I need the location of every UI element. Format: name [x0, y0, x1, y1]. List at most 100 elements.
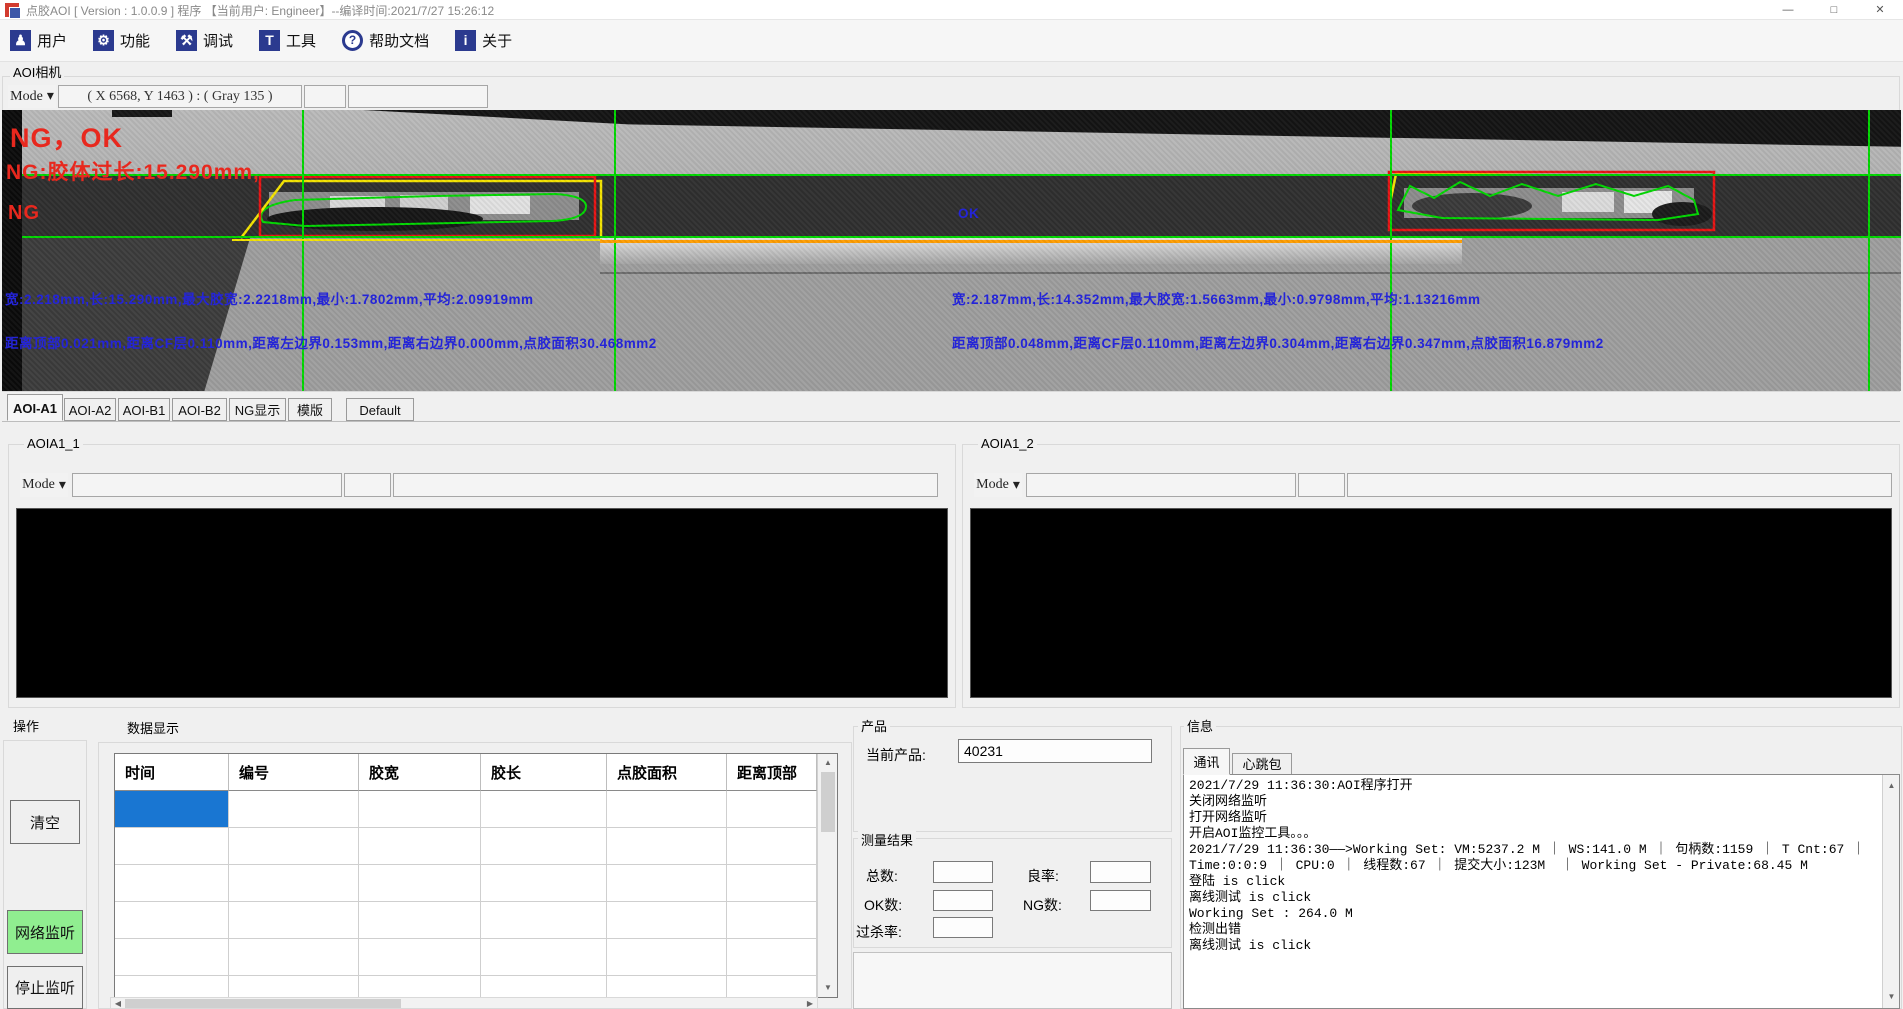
table-cell	[481, 828, 607, 865]
table-cell	[229, 828, 359, 865]
ng-count-label: NG数:	[1023, 895, 1062, 915]
toolbar-label-debug: 调试	[203, 30, 233, 51]
measurement-group-label: 测量结果	[858, 830, 916, 849]
toolbar-label-about: 关于	[482, 30, 512, 51]
column-header-id[interactable]: 编号	[229, 754, 359, 791]
comms-log[interactable]: 2021/7/29 11:36:30:AOI程序打开 关闭网络监听 打开网络监听…	[1183, 774, 1900, 1009]
ng-label-text: NG	[8, 202, 40, 225]
table-cell	[229, 791, 359, 828]
tab-comms[interactable]: 通讯	[1183, 748, 1230, 775]
network-listen-button[interactable]: 网络监听	[7, 910, 83, 954]
table-cell	[115, 902, 229, 939]
yield-rate-input[interactable]	[1090, 861, 1151, 883]
aoia1-2-image-view[interactable]	[970, 508, 1892, 698]
info-group-label: 信息	[1184, 716, 1216, 735]
aoia1-2-mode-dropdown[interactable]: Mode▾	[974, 473, 1022, 497]
log-line: Working Set : 264.0 M	[1189, 906, 1879, 922]
scroll-up-icon[interactable]: ▲	[818, 756, 838, 770]
stop-listen-button[interactable]: 停止监听	[7, 966, 83, 1009]
minimize-button[interactable]: —	[1765, 0, 1811, 20]
table-cell	[359, 828, 481, 865]
total-count-input[interactable]	[933, 861, 993, 883]
ng-reason-text: NG:胶体过长:15.290mm,	[6, 156, 260, 186]
table-cell	[481, 976, 607, 997]
tab-heartbeat[interactable]: 心跳包	[1232, 753, 1292, 775]
camera-mode-dropdown[interactable]: Mode▾	[8, 85, 56, 108]
tab-aoi-b2[interactable]: AOI-B2	[172, 398, 227, 421]
data-table[interactable]: 时间 编号 胶宽 胶长 点胶面积 距离顶部	[115, 754, 817, 997]
table-cell	[727, 902, 817, 939]
aoia1-2-field-3	[1347, 473, 1892, 497]
left-glue-overlay	[235, 172, 612, 240]
camera-field-long	[348, 85, 488, 108]
camera-image-view[interactable]: NG，OK NG:胶体过长:15.290mm, NG OK 宽:2.218mm,…	[2, 110, 1901, 391]
window-title: 点胶AOI [ Version : 1.0.0.9 ] 程序 【当前用户: En…	[26, 2, 494, 19]
toolbar-item-function[interactable]: ⚙ 功能	[93, 30, 150, 51]
maximize-button[interactable]: □	[1811, 0, 1857, 20]
aoia1-2-label: AOIA1_2	[978, 436, 1037, 451]
close-button[interactable]: ✕	[1857, 0, 1903, 20]
log-vertical-scrollbar[interactable]: ▲ ▼	[1882, 775, 1899, 1008]
table-scroll-thumb[interactable]	[821, 772, 835, 832]
toolbar-item-debug[interactable]: ⚒ 调试	[176, 30, 233, 51]
total-count-label: 总数:	[866, 866, 898, 886]
table-cell	[607, 865, 727, 902]
toolbar-label-user: 用户	[37, 30, 67, 51]
tab-ng-display[interactable]: NG显示	[229, 398, 286, 421]
aoia1-1-field-3	[393, 473, 938, 497]
table-cell	[607, 791, 727, 828]
table-cell	[115, 939, 229, 976]
table-cell-selected[interactable]	[115, 791, 229, 828]
table-cell	[607, 828, 727, 865]
table-cell	[481, 902, 607, 939]
tab-aoi-b1[interactable]: AOI-B1	[118, 398, 170, 421]
table-cell	[115, 976, 229, 997]
column-header-glue-width[interactable]: 胶宽	[359, 754, 481, 791]
photo-seam-line	[600, 272, 1901, 274]
chevron-down-icon: ▾	[1013, 477, 1020, 494]
chevron-down-icon: ▾	[59, 477, 66, 494]
table-vertical-scrollbar[interactable]: ▲ ▼	[817, 754, 837, 997]
log-line: 离线测试 is click	[1189, 938, 1879, 954]
orange-baseline-segment	[600, 240, 1462, 243]
toolbar-label-tools: 工具	[286, 30, 316, 51]
tab-aoi-a2[interactable]: AOI-A2	[64, 398, 116, 421]
toolbar-item-user[interactable]: ♟ 用户	[10, 30, 67, 51]
tab-aoi-a1[interactable]: AOI-A1	[7, 394, 63, 421]
gear-icon: ⚙	[93, 30, 114, 51]
log-line: 打开网络监听	[1189, 810, 1879, 826]
tab-template[interactable]: 模版	[288, 398, 332, 421]
scroll-right-icon[interactable]: ▶	[803, 998, 817, 1009]
inspection-result-text: NG，OK	[10, 116, 123, 155]
scroll-down-icon[interactable]: ▼	[818, 981, 838, 995]
overkill-rate-label: 过杀率:	[856, 922, 902, 942]
toolbar-item-about[interactable]: i 关于	[455, 30, 512, 51]
aoia1-1-mode-dropdown[interactable]: Mode▾	[20, 473, 68, 497]
log-line: 关闭网络监听	[1189, 794, 1879, 810]
toolbar-item-tools[interactable]: T 工具	[259, 30, 316, 51]
aoia1-2-field-1	[1026, 473, 1296, 497]
aoia1-1-image-view[interactable]	[16, 508, 948, 698]
clear-button[interactable]: 清空	[10, 800, 80, 844]
tab-default[interactable]: Default	[346, 398, 414, 421]
scroll-up-icon[interactable]: ▲	[1883, 779, 1900, 793]
overkill-rate-input[interactable]	[933, 917, 993, 938]
current-product-input[interactable]	[958, 739, 1152, 763]
scroll-left-icon[interactable]: ◀	[111, 998, 125, 1009]
table-cell	[481, 939, 607, 976]
ng-count-input[interactable]	[1090, 890, 1151, 911]
ok-count-input[interactable]	[933, 890, 993, 911]
column-header-distance-top[interactable]: 距离顶部	[727, 754, 817, 791]
column-header-glue-length[interactable]: 胶长	[481, 754, 607, 791]
toolbar-item-help[interactable]: ? 帮助文档	[342, 30, 429, 51]
scroll-down-icon[interactable]: ▼	[1883, 990, 1900, 1004]
help-icon: ?	[342, 30, 363, 51]
log-line: 离线测试 is click	[1189, 890, 1879, 906]
column-header-time[interactable]: 时间	[115, 754, 229, 791]
table-cell	[359, 939, 481, 976]
table-hscroll-thumb[interactable]	[125, 999, 401, 1008]
table-horizontal-scrollbar[interactable]: ◀ ▶	[110, 997, 818, 1009]
chevron-down-icon: ▾	[47, 88, 54, 105]
column-header-glue-area[interactable]: 点胶面积	[607, 754, 727, 791]
table-cell	[607, 902, 727, 939]
